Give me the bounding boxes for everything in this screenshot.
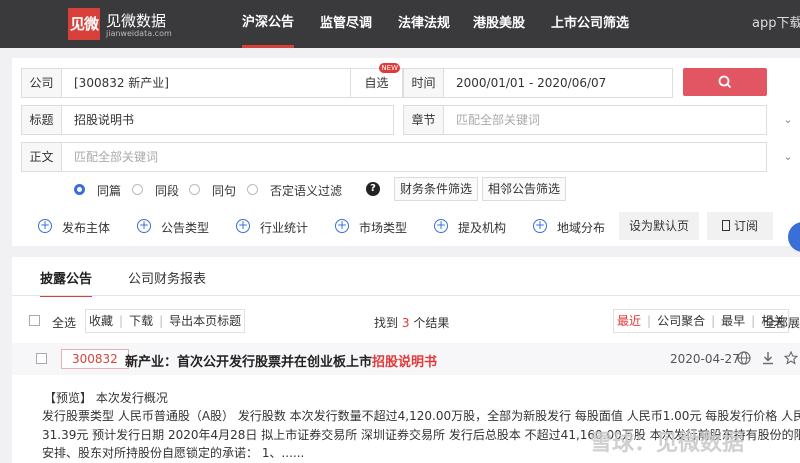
plus-icon: + — [335, 218, 349, 233]
plus-icon: + — [38, 218, 52, 233]
result-tools: 收藏 | 下载 | 导出本页标题 — [85, 309, 246, 333]
chapter-label: 章节 — [404, 106, 444, 134]
sort-separator: | — [647, 314, 652, 328]
chapter-field[interactable]: 章节 匹配全部关键词 — [403, 105, 767, 135]
subscribe-label: 订阅 — [733, 219, 758, 233]
radio-same-doc[interactable] — [74, 184, 85, 195]
facet-label: 市场类型 — [359, 221, 408, 235]
sort-recent[interactable]: 最近 — [614, 314, 644, 328]
tool-separator: | — [159, 314, 164, 328]
logo-icon[interactable]: 见微 — [68, 8, 100, 40]
nav-item-hk-us[interactable]: 港股美股 — [473, 0, 525, 48]
plus-icon: + — [236, 218, 250, 233]
title-text: 新产业：首次公开发行股票并在创业板上市 — [125, 355, 373, 370]
help-icon[interactable]: ? — [366, 182, 380, 196]
search-icon — [718, 75, 732, 89]
title-highlight: 招股说明书 — [372, 355, 438, 370]
result-count: 找到 3 个结果 — [374, 314, 449, 331]
search-panel: 公司 [300832 新产业] 自选 NEW 时间 2000/01/01 - 2… — [12, 58, 800, 246]
favorite-button[interactable]: 收藏 — [86, 314, 116, 328]
tab-disclosures[interactable]: 披露公告 — [40, 268, 93, 297]
globe-icon[interactable] — [737, 351, 751, 365]
sort-separator: | — [751, 314, 756, 328]
found-count: 3 — [401, 316, 410, 330]
sort-separator: | — [711, 314, 716, 328]
brand-domain: jianweidata.com — [106, 29, 172, 38]
select-all-label[interactable]: 全选 — [52, 314, 76, 331]
body-label: 正文 — [22, 143, 62, 171]
radio-negation-filter[interactable] — [247, 184, 258, 195]
star-icon[interactable] — [784, 351, 798, 365]
nav-item-laws[interactable]: 法律法规 — [398, 0, 450, 48]
brand-name: 见微数据 — [106, 12, 167, 30]
chevron-down-icon[interactable]: ⌄ — [780, 112, 796, 128]
expand-all-button[interactable]: 全部展开 — [764, 314, 800, 331]
time-field[interactable]: 时间 2000/01/01 - 2020/06/07 — [403, 68, 673, 98]
top-nav-bar: 见微 见微数据 jianweidata.com 沪深公告 监管尽调 法律法规 港… — [0, 0, 800, 48]
found-suffix: 个结果 — [413, 316, 450, 330]
stock-code-badge[interactable]: 300832 — [61, 349, 129, 369]
sort-options: 最近 | 公司聚合 | 最早 | 相关 — [613, 309, 790, 333]
result-date: 2020-04-27 — [670, 352, 740, 366]
watchlist-button[interactable]: 自选 NEW — [350, 63, 402, 97]
title-field[interactable]: 标题 招股说明书 — [21, 105, 394, 135]
watchlist-label: 自选 — [364, 76, 389, 90]
bookmark-icon — [721, 220, 730, 231]
company-label: 公司 — [22, 69, 62, 97]
facet-label: 公告类型 — [161, 221, 210, 235]
finance-filter-button[interactable]: 财务条件筛选 — [394, 177, 479, 201]
chevron-down-icon[interactable]: ⌄ — [780, 149, 796, 165]
company-value[interactable]: [300832 新产业] — [74, 69, 169, 97]
option-same-sentence[interactable]: 同句 — [212, 182, 236, 199]
plus-icon: + — [533, 218, 547, 233]
export-titles-button[interactable]: 导出本页标题 — [166, 314, 244, 328]
company-field[interactable]: 公司 [300832 新产业] 自选 NEW — [21, 63, 403, 98]
search-button[interactable] — [683, 68, 767, 96]
facet-label: 发布主体 — [62, 221, 111, 235]
app-download-link[interactable]: app下载 — [752, 0, 800, 48]
chapter-placeholder[interactable]: 匹配全部关键词 — [456, 106, 540, 134]
tab-financials[interactable]: 公司财务报表 — [128, 268, 206, 287]
radio-same-sentence[interactable] — [189, 184, 200, 195]
body-placeholder[interactable]: 匹配全部关键词 — [74, 143, 158, 171]
body-field[interactable]: 正文 匹配全部关键词 — [21, 142, 767, 172]
time-value[interactable]: 2000/01/01 - 2020/06/07 — [456, 69, 606, 97]
title-label: 标题 — [22, 106, 62, 134]
tool-separator: | — [119, 314, 124, 328]
radio-same-para[interactable] — [132, 184, 143, 195]
item-checkbox[interactable] — [36, 353, 47, 364]
watermark-text: 雪球：见微数据 — [590, 431, 745, 456]
sort-earliest[interactable]: 最早 — [718, 314, 748, 328]
sort-company[interactable]: 公司聚合 — [654, 314, 708, 328]
subscribe-button[interactable]: 订阅 — [707, 212, 773, 240]
facet-label: 行业统计 — [260, 221, 309, 235]
nav-item-screener[interactable]: 上市公司筛选 — [551, 0, 629, 48]
result-item-header: 300832 新产业：首次公开发行股票并在创业板上市招股说明书 2020-04-… — [12, 343, 800, 375]
nav-item-regulatory[interactable]: 监管尽调 — [320, 0, 372, 48]
time-label: 时间 — [404, 69, 444, 97]
option-negation-filter[interactable]: 否定语义过滤 — [270, 182, 342, 199]
tab-divider — [12, 295, 800, 296]
download-icon[interactable] — [761, 351, 775, 365]
select-all-checkbox[interactable] — [29, 315, 40, 326]
result-title-link[interactable]: 新产业：首次公开发行股票并在创业板上市招股说明书 — [125, 351, 437, 370]
plus-icon: + — [434, 218, 448, 233]
new-badge: NEW — [379, 63, 400, 73]
preview-line: 安排、股东对所持股份自愿锁定的承诺： 1、...... — [42, 446, 305, 460]
download-button[interactable]: 下载 — [126, 314, 156, 328]
preview-line: 发行股票类型 人民币普通股（A股） 发行股数 本次发行数量不超过4,120.00… — [42, 409, 800, 423]
facet-label: 地域分布 — [557, 221, 606, 235]
option-same-doc[interactable]: 同篇 — [97, 182, 121, 199]
adjacent-filter-button[interactable]: 相邻公告筛选 — [482, 177, 567, 201]
facet-label: 提及机构 — [458, 221, 507, 235]
nav-item-announcements[interactable]: 沪深公告 — [242, 0, 295, 48]
preview-heading: 【预览】 本次发行概况 — [44, 391, 168, 405]
option-same-para[interactable]: 同段 — [155, 182, 179, 199]
set-default-button[interactable]: 设为默认页 — [619, 212, 699, 240]
found-prefix: 找到 — [374, 316, 399, 330]
plus-icon: + — [137, 218, 151, 233]
title-value[interactable]: 招股说明书 — [74, 106, 134, 134]
